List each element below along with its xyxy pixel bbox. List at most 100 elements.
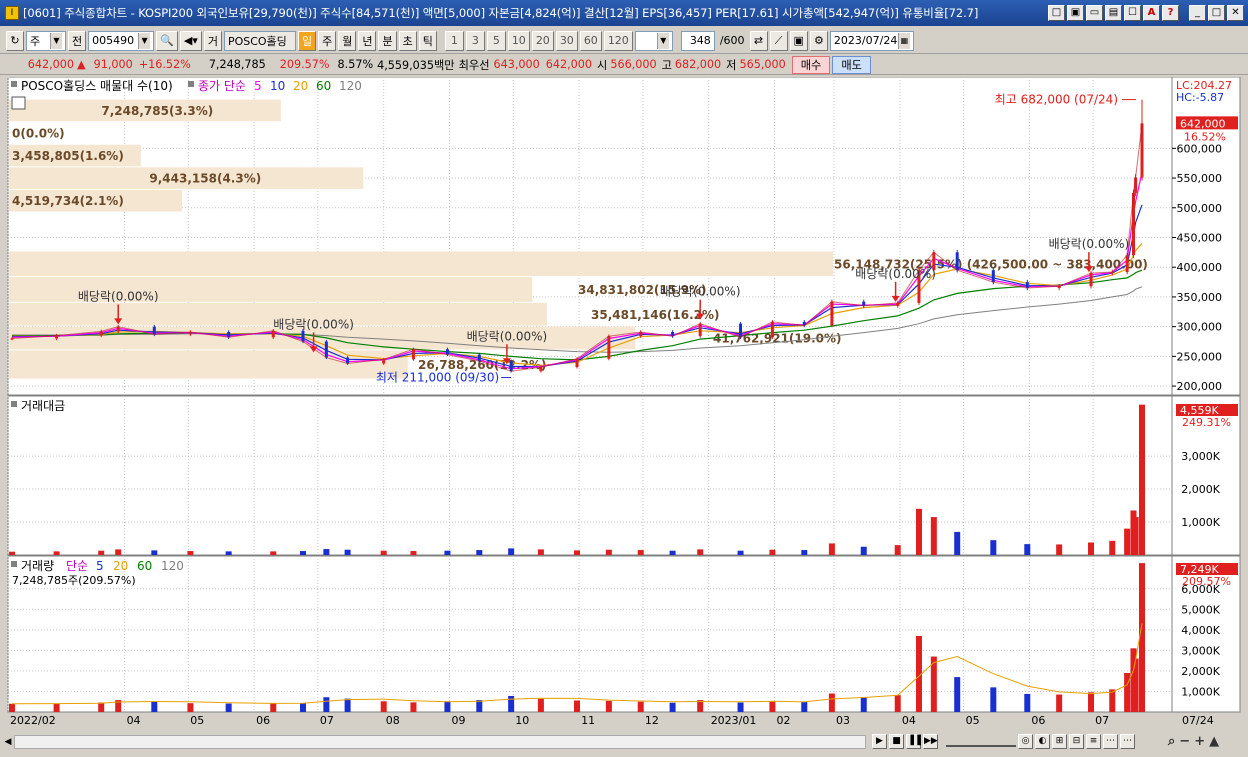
- x-tick-label: 06: [256, 714, 270, 727]
- volume-ma-legend-60: 60: [137, 559, 152, 573]
- period-week[interactable]: 주: [318, 30, 337, 51]
- speed-slider[interactable]: [946, 737, 1016, 747]
- play-icon[interactable]: ▶: [872, 734, 887, 749]
- y-tick-label: 2,000K: [1181, 483, 1220, 496]
- interval-10[interactable]: 10: [507, 30, 530, 51]
- tool-icon[interactable]: ◐: [1035, 734, 1050, 749]
- window-icon[interactable]: ▭: [1086, 5, 1103, 21]
- scroll-track[interactable]: [14, 735, 866, 749]
- volume-bar: [860, 697, 867, 712]
- candle-body: [324, 341, 328, 358]
- period-month[interactable]: 월: [338, 30, 357, 51]
- x-tick-label: 04: [902, 714, 916, 727]
- tool-icon[interactable]: ◎: [1018, 734, 1033, 749]
- layout-icon[interactable]: ▣: [1067, 5, 1084, 21]
- trading-value-bar: [444, 550, 451, 555]
- period-second[interactable]: 초: [398, 30, 417, 51]
- minimize-button[interactable]: _: [1189, 5, 1206, 21]
- period-tick[interactable]: 틱: [418, 30, 437, 51]
- magnifier-icon[interactable]: ⌕: [1168, 734, 1175, 749]
- interval-20[interactable]: 20: [531, 30, 554, 51]
- custom-interval-input[interactable]: ▼: [634, 30, 673, 51]
- stop-icon[interactable]: ■: [889, 734, 904, 749]
- help-icon[interactable]: ?: [1162, 5, 1179, 21]
- gear-icon[interactable]: ⚙: [809, 30, 828, 51]
- price-legend-title: POSCO홀딩스 매물대 수(10): [21, 79, 173, 93]
- interval-60[interactable]: 60: [579, 30, 602, 51]
- type-select[interactable]: 주 ▼: [26, 30, 66, 51]
- split-icon[interactable]: ▤: [1105, 5, 1122, 21]
- volume-bar: [344, 698, 351, 712]
- save-icon[interactable]: ☐: [1124, 5, 1141, 21]
- history-icon[interactable]: ↻: [6, 30, 24, 51]
- volume-ma-legend-20: 20: [113, 559, 128, 573]
- scroll-up-icon[interactable]: ▲: [1209, 734, 1219, 749]
- name-mode-button[interactable]: 거: [203, 30, 222, 51]
- speaker-icon[interactable]: ◀▾: [179, 30, 202, 51]
- date-input[interactable]: 2023/07/24 ▦: [829, 30, 914, 51]
- count-input[interactable]: 348: [680, 30, 715, 51]
- swap-icon[interactable]: ⇄: [749, 30, 768, 51]
- period-minute[interactable]: 분: [378, 30, 397, 51]
- code-input[interactable]: 005490 ▼: [88, 30, 155, 51]
- zoom-out-icon[interactable]: −: [1179, 734, 1190, 749]
- x-tick-label: 12: [645, 714, 659, 727]
- prev-button[interactable]: 전: [68, 30, 87, 51]
- volume-ma-legend-5: 5: [96, 559, 104, 573]
- candle-body: [477, 354, 481, 362]
- search-icon[interactable]: 🔍: [156, 30, 178, 51]
- trading-value-bar: [98, 550, 105, 555]
- y-tick-label: 2,000K: [1181, 665, 1220, 678]
- volume-bar: [508, 695, 515, 712]
- pause-icon[interactable]: ▐▐: [906, 734, 921, 749]
- scroll-left-icon[interactable]: ◀: [2, 735, 14, 749]
- count-max: /600: [719, 34, 745, 47]
- legend-square: [11, 401, 17, 407]
- overlay-label-hc: HC:-5.87: [1176, 91, 1224, 104]
- close-button[interactable]: ✕: [1227, 5, 1244, 21]
- tool-icon[interactable]: ≡: [1086, 734, 1101, 749]
- volume-profile-label: 3,458,805(1.6%): [12, 149, 124, 163]
- tool-icon[interactable]: ⋯: [1120, 734, 1135, 749]
- trading-value-bar: [801, 550, 808, 555]
- interval-1[interactable]: 1: [444, 30, 464, 51]
- candle-body: [152, 326, 156, 335]
- volume-bar: [537, 698, 544, 712]
- y-tick-label: 1,000K: [1181, 516, 1220, 529]
- trading-value-bar: [637, 550, 644, 555]
- candle-body: [770, 321, 774, 338]
- zoom-in-icon[interactable]: +: [1194, 734, 1205, 749]
- trading-value-bar: [270, 551, 277, 555]
- plot-area: [7, 555, 1173, 713]
- volume-ma-label: 단순: [66, 559, 88, 573]
- trading-value-bar: [1024, 544, 1031, 555]
- font-icon[interactable]: A: [1143, 5, 1160, 21]
- chart-icon[interactable]: ⟋: [769, 30, 788, 51]
- period-year[interactable]: 년: [358, 30, 377, 51]
- interval-120[interactable]: 120: [603, 30, 633, 51]
- y-tick-label: 400,000: [1177, 261, 1223, 274]
- maximize-button[interactable]: □: [1208, 5, 1225, 21]
- buy-button[interactable]: 매수: [791, 55, 831, 74]
- horizontal-scrollbar[interactable]: ◀ ▶ ■ ▐▐ ▶▶ ◎ ◐ ⊞ ⊟ ≡ ⋯ ⋯ ⌕ − + ▲: [0, 733, 1248, 751]
- tool-icon[interactable]: ⊞: [1052, 734, 1067, 749]
- interval-5[interactable]: 5: [486, 30, 506, 51]
- fast-forward-icon[interactable]: ▶▶: [923, 734, 938, 749]
- x-tick-label: 11: [581, 714, 595, 727]
- y-tick-label: 350,000: [1177, 291, 1223, 304]
- disk-icon[interactable]: ▣: [789, 30, 808, 51]
- period-day[interactable]: 일: [297, 30, 317, 51]
- volume-bar: [410, 702, 417, 712]
- sell-button[interactable]: 매도: [832, 55, 871, 74]
- high-label: 고: [661, 58, 672, 72]
- interval-30[interactable]: 30: [555, 30, 578, 51]
- tool-icon[interactable]: ⋯: [1103, 734, 1118, 749]
- link-icon[interactable]: □: [1048, 5, 1065, 21]
- volume-bar: [990, 687, 997, 712]
- title-bar: I [0601] 주식종합차트 - KOSPI200 외국인보유[29,790(…: [0, 0, 1248, 26]
- dividend-label: 배당락(0.00%): [273, 317, 354, 331]
- volume-bar: [828, 693, 835, 712]
- tool-icon[interactable]: ⊟: [1069, 734, 1084, 749]
- stock-chart[interactable]: 2022/02 04 05 06 07 08 09 10 11 12 2023/01 02 03 04 05…: [0, 77, 1248, 733]
- interval-3[interactable]: 3: [465, 30, 485, 51]
